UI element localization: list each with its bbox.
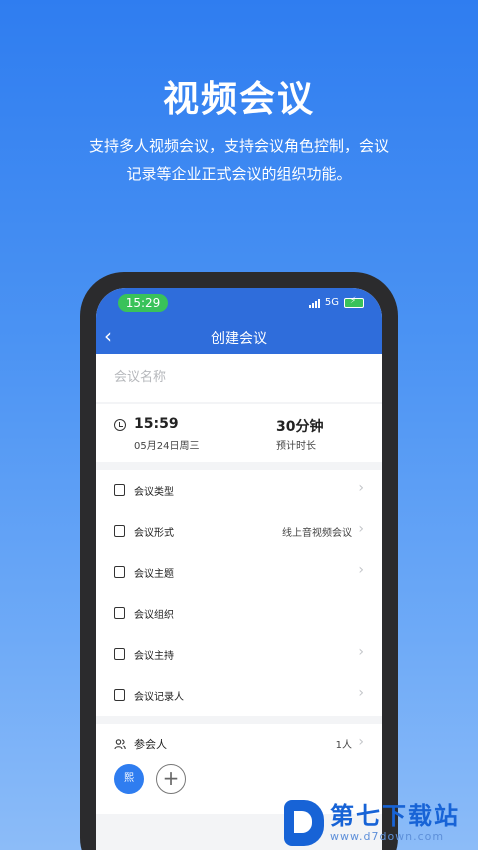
start-date: 05月24日周三	[134, 441, 200, 452]
network-label: 5G	[324, 297, 339, 308]
settings-list: 会议类型 › 会议形式 线上音视频会议 › 会议主题 › 会议组织 会议主持 ›…	[96, 470, 382, 716]
list-item-meeting-host[interactable]: 会议主持 ›	[96, 634, 382, 675]
item-label: 会议记录人	[134, 692, 184, 703]
participants-label: 参会人	[134, 738, 167, 751]
watermark-logo-icon	[284, 800, 324, 846]
hero-description-line1: 支持多人视频会议，支持会议角色控制，会议	[88, 137, 389, 155]
page-title: 创建会议	[211, 331, 267, 347]
watermark: 第七下载站 www.d7down.com	[284, 800, 460, 846]
item-label: 会议形式	[134, 528, 174, 539]
watermark-sub: www.d7down.com	[330, 830, 445, 843]
item-label: 会议类型	[134, 487, 174, 498]
chevron-right-icon: ›	[358, 644, 364, 660]
microphone-icon	[114, 648, 125, 660]
hero-description-line2: 记录等企业正式会议的组织功能。	[126, 165, 352, 183]
chevron-right-icon: ›	[358, 685, 364, 701]
list-item-meeting-topic[interactable]: 会议主题 ›	[96, 552, 382, 593]
chevron-right-icon: ›	[358, 562, 364, 578]
list-item-meeting-recorder[interactable]: 会议记录人 ›	[96, 675, 382, 716]
status-time: 15:29	[118, 294, 168, 312]
start-time: 15:59	[134, 416, 179, 432]
clock-icon	[114, 419, 126, 431]
organization-icon	[114, 607, 125, 619]
people-icon	[114, 739, 126, 750]
watermark-main: 第七下载站	[330, 802, 460, 830]
hero-title: 视频会议	[162, 79, 315, 120]
top-bar: 15:29 5G ⚡ ‹ 创建会议	[96, 288, 382, 354]
item-value: 线上音视频会议	[282, 528, 352, 539]
type-icon	[114, 484, 125, 496]
item-label: 会议主题	[134, 569, 174, 580]
item-label: 会议组织	[134, 610, 174, 621]
phone-frame: 15:29 5G ⚡ ‹ 创建会议 会议名称 15:59 05月24日周三 30…	[80, 272, 398, 850]
list-item-meeting-organization[interactable]: 会议组织	[96, 593, 382, 634]
chevron-right-icon: ›	[358, 734, 364, 750]
time-row[interactable]: 15:59 05月24日周三 30分钟 预计时长	[96, 404, 382, 462]
topic-icon	[114, 566, 125, 578]
chevron-right-icon: ›	[358, 480, 364, 496]
list-item-meeting-format[interactable]: 会议形式 线上音视频会议 ›	[96, 511, 382, 552]
meeting-name-input[interactable]: 会议名称	[96, 354, 382, 402]
item-label: 会议主持	[134, 651, 174, 662]
signal-icon	[308, 298, 320, 308]
avatar[interactable]: 熙	[114, 764, 144, 794]
duration-label: 预计时长	[276, 441, 316, 452]
note-icon	[114, 689, 125, 701]
phone-screen: 15:29 5G ⚡ ‹ 创建会议 会议名称 15:59 05月24日周三 30…	[96, 288, 382, 850]
list-item-meeting-type[interactable]: 会议类型 ›	[96, 470, 382, 511]
watermark-text: 第七下载站 www.d7down.com	[330, 802, 460, 844]
add-participant-button[interactable]: +	[156, 764, 186, 794]
participants-count[interactable]: 1人	[336, 736, 352, 751]
hero-description: 支持多人视频会议，支持会议角色控制，会议 记录等企业正式会议的组织功能。	[50, 132, 428, 188]
status-indicators: 5G ⚡	[308, 296, 364, 308]
battery-icon: ⚡	[344, 296, 364, 308]
chevron-right-icon: ›	[358, 521, 364, 537]
format-icon	[114, 525, 125, 537]
duration-value: 30分钟	[276, 419, 324, 435]
